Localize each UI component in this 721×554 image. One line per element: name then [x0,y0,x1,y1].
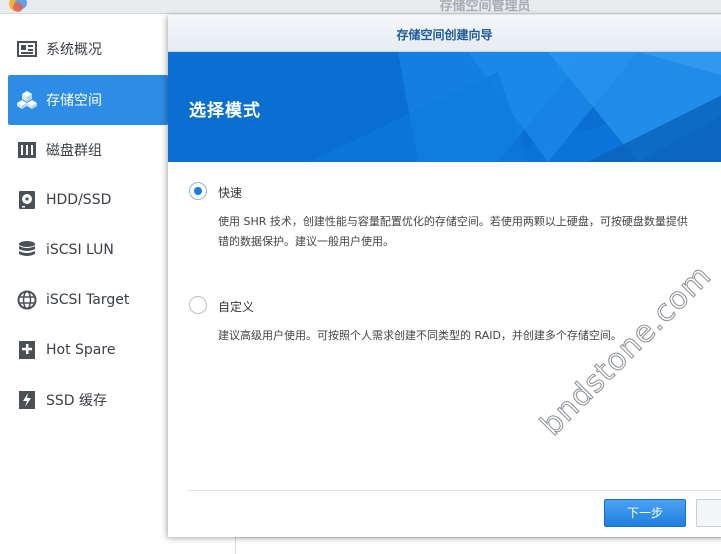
app-logo-icon [8,0,30,12]
wizard-dialog: 存储空间创建向导 选择模式 快速 使用 SHR 技术，创建性能与容量配置优化的存… [168,15,721,537]
overview-icon [16,38,38,60]
content-bottom-line [236,537,721,538]
app-title-bar: 存储空间管理员 [0,0,721,14]
radio-quick[interactable] [189,182,207,200]
sidebar-item-label: 磁盘群组 [46,143,102,159]
option-quick-description-line2: 错的数据保护。建议一般用户使用。 [218,235,394,248]
sidebar-item-hdd-ssd[interactable]: HDD/SSD [8,175,168,225]
secondary-button[interactable] [696,499,721,527]
sidebar: 系统概况 存储空间 磁盘群组 HDD/SSD iSCSI LUN iSCSI T… [0,24,176,554]
wizard-banner: 选择模式 [168,52,721,162]
sidebar-item-label: 存储空间 [46,93,102,109]
sidebar-item-disk-group[interactable]: 磁盘群组 [8,125,168,175]
app-title: 存储空间管理员 [439,0,531,14]
sidebar-item-label: Hot Spare [46,342,116,358]
dialog-title-bar[interactable]: 存储空间创建向导 [168,15,721,52]
footer-divider [188,490,721,491]
option-quick-description-line1: 使用 SHR 技术，创建性能与容量配置优化的存储空间。若使用两颗以上硬盘，可按硬… [218,215,688,228]
sidebar-item-iscsi-target[interactable]: iSCSI Target [8,275,168,325]
globe-icon [16,289,38,311]
radio-custom[interactable] [189,296,207,314]
sidebar-item-label: iSCSI Target [46,292,130,308]
sidebar-item-storage[interactable]: 存储空间 [8,75,168,125]
database-icon [16,239,38,261]
option-quick-label: 快速 [218,186,243,200]
next-button[interactable]: 下一步 [604,499,686,527]
hdd-icon [16,189,38,211]
plus-box-icon [16,339,38,361]
sidebar-item-overview[interactable]: 系统概况 [8,24,168,74]
ssd-bolt-icon [16,389,38,411]
dialog-title: 存储空间创建向导 [396,28,493,42]
storage-cubes-icon [16,89,38,111]
disk-group-icon [16,139,38,161]
wizard-step-heading: 选择模式 [189,101,261,121]
sidebar-item-label: iSCSI LUN [46,242,114,258]
sidebar-item-label: SSD 缓存 [46,393,108,409]
sidebar-item-ssd-cache[interactable]: SSD 缓存 [8,375,168,425]
sidebar-item-label: 系统概况 [46,42,102,58]
sidebar-item-iscsi-lun[interactable]: iSCSI LUN [8,225,168,275]
sidebar-item-label: HDD/SSD [46,192,112,208]
option-custom-label: 自定义 [218,300,255,314]
sidebar-item-hot-spare[interactable]: Hot Spare [8,325,168,375]
